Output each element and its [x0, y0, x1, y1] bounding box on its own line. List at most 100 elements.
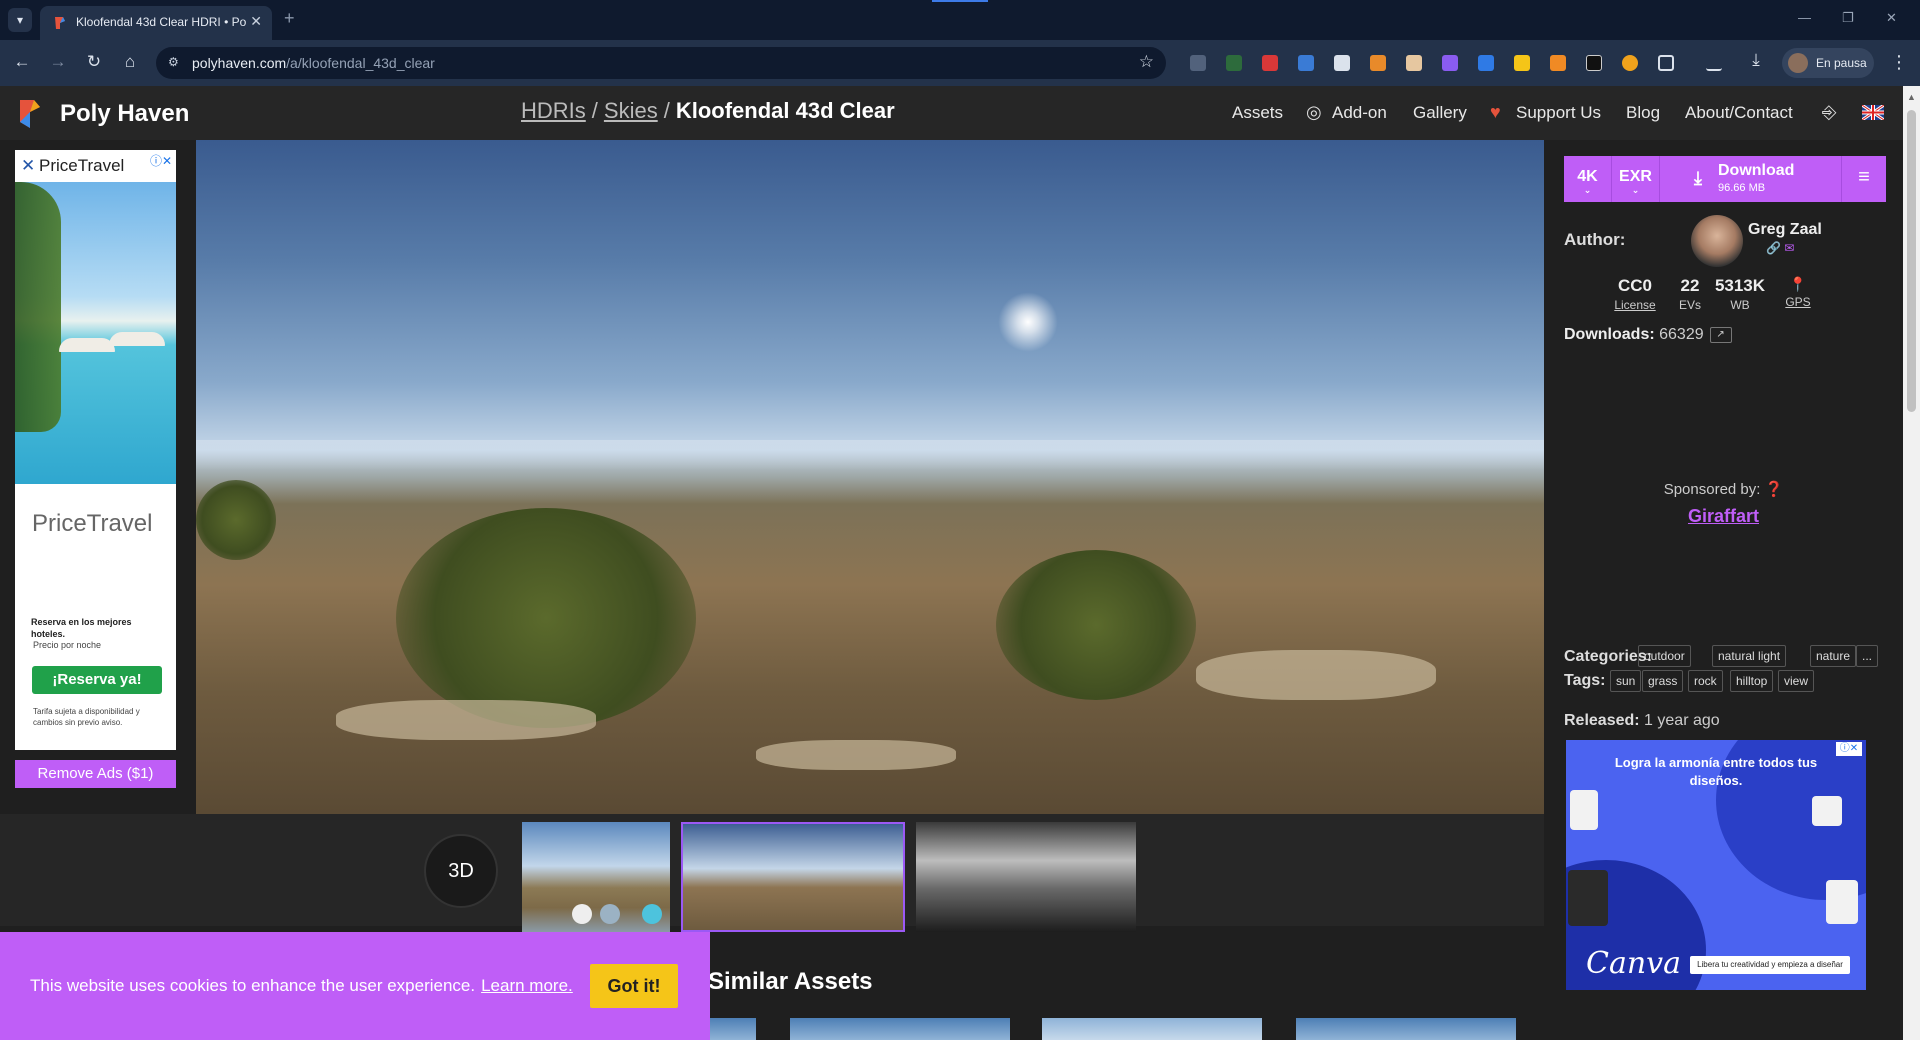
category-more-chip[interactable]: ...	[1856, 645, 1879, 667]
profile-button[interactable]: En pausa	[1782, 48, 1874, 78]
hdri-preview-image[interactable]	[196, 140, 1544, 814]
site-info-icon[interactable]: ⚙	[168, 55, 179, 69]
umbrella-shape	[109, 332, 165, 346]
new-tab-icon[interactable]: +	[284, 8, 295, 29]
browser-tab-strip: ▾ Kloofendal 43d Clear HDRI • Po ✕ + — ❐…	[0, 0, 1920, 40]
category-chip[interactable]: natural light	[1712, 645, 1787, 667]
extension-icon-3[interactable]	[1262, 55, 1278, 71]
tag-chip[interactable]: rock	[1688, 670, 1723, 692]
thumbnail-panorama-selected[interactable]	[681, 822, 905, 932]
translate-extension-icon[interactable]	[1298, 55, 1314, 71]
author-link-icons[interactable]: 🔗 ✉	[1766, 241, 1794, 255]
thumbnail-strip: 3D	[0, 814, 1544, 932]
asset-info-sidebar: 4K ⌄ EXR ⌄ ⤓ Download 96.66 MB ≡ Author: G…	[1544, 140, 1903, 1040]
author-avatar[interactable]	[1691, 215, 1743, 267]
format-dropdown[interactable]: EXR ⌄	[1612, 156, 1660, 202]
tag-chip[interactable]: view	[1778, 670, 1815, 692]
similar-asset-thumb[interactable]	[790, 1018, 1010, 1040]
extension-icon-7[interactable]	[1406, 55, 1422, 71]
thumbnail-backplate[interactable]	[916, 822, 1136, 932]
nav-blog[interactable]: Blog	[1626, 103, 1660, 123]
address-bar[interactable]: ⚙ polyhaven.com/a/kloofendal_43d_clear ☆	[156, 47, 1166, 79]
breadcrumb-skies[interactable]: Skies	[604, 98, 658, 123]
ad-choices-icon[interactable]: ⓘ✕	[150, 152, 172, 169]
bookmark-star-icon[interactable]: ☆	[1139, 52, 1154, 72]
eyedropper-extension-icon[interactable]	[1334, 55, 1350, 71]
close-window-icon[interactable]: ✕	[1886, 10, 1897, 26]
ad-line-2: Precio por noche	[33, 640, 102, 650]
downloads-icon[interactable]: ⤓	[1744, 50, 1768, 70]
breadcrumb-hdris[interactable]: HDRIs	[521, 98, 586, 123]
rss-extension-icon[interactable]	[1550, 55, 1566, 71]
extension-icon-8[interactable]	[1442, 55, 1458, 71]
remove-ads-button[interactable]: Remove Ads ($1)	[15, 760, 176, 788]
extension-icon-13[interactable]	[1622, 55, 1638, 71]
download-button[interactable]: ⤓ Download 96.66 MB	[1660, 156, 1842, 202]
view-3d-button[interactable]: 3D	[424, 834, 498, 908]
page-scrollbar[interactable]: ▲	[1903, 86, 1920, 1040]
similar-asset-thumb[interactable]	[1042, 1018, 1262, 1040]
nav-support[interactable]: Support Us	[1516, 103, 1601, 123]
brand-name[interactable]: Poly Haven	[60, 100, 189, 128]
home-icon[interactable]: ⌂	[118, 52, 142, 72]
minimize-icon[interactable]: —	[1798, 10, 1811, 25]
tag-chip[interactable]: grass	[1642, 670, 1684, 692]
forward-icon[interactable]: →	[46, 52, 70, 72]
learn-more-link[interactable]: Learn more.	[481, 976, 573, 995]
browser-menu-icon[interactable]: ⋮	[1890, 52, 1908, 73]
ad-cta-button[interactable]: ¡Reserva ya!	[32, 666, 162, 694]
nav-addon[interactable]: Add-on	[1332, 103, 1387, 123]
stat-license[interactable]: CC0 License	[1610, 276, 1660, 312]
login-icon[interactable]: ⎆	[1822, 102, 1836, 123]
category-chip[interactable]: outdoor	[1638, 645, 1691, 667]
heart-icon: ♥	[1490, 102, 1501, 122]
nav-about[interactable]: About/Contact	[1685, 103, 1793, 123]
nav-gallery[interactable]: Gallery	[1413, 103, 1467, 123]
tag-chip[interactable]: hilltop	[1730, 670, 1774, 692]
got-it-button[interactable]: Got it!	[590, 964, 678, 1008]
extension-icon-2[interactable]	[1226, 55, 1242, 71]
ad-photo-card	[1568, 870, 1608, 926]
scrollbar-thumb[interactable]	[1907, 110, 1916, 412]
poly-haven-logo-icon[interactable]	[16, 98, 44, 130]
tag-chip[interactable]: sun	[1610, 670, 1642, 692]
extension-icon-6[interactable]	[1370, 55, 1386, 71]
extension-icon-10[interactable]	[1514, 55, 1530, 71]
thumbnail-spheres[interactable]	[522, 822, 670, 932]
right-advertisement[interactable]: Logra la armonía entre todos tus diseños…	[1566, 740, 1866, 990]
similar-asset-thumb[interactable]	[1296, 1018, 1516, 1040]
category-chip[interactable]: nature	[1810, 645, 1857, 667]
download-options-menu-icon[interactable]: ≡	[1842, 156, 1886, 202]
left-advertisement[interactable]: ✕ PriceTravel ⓘ✕ PriceTravel Reserva en …	[15, 150, 176, 750]
url-text[interactable]: polyhaven.com/a/kloofendal_43d_clear	[192, 55, 435, 71]
canva-logo: Canva	[1586, 946, 1681, 981]
media-control-icon[interactable]	[1706, 55, 1722, 71]
stat-gps[interactable]: 📍 GPS	[1778, 276, 1818, 309]
sponsor-link[interactable]: Giraffart	[1544, 506, 1903, 527]
pricetravel-logo-icon: ✕	[21, 156, 36, 175]
reload-icon[interactable]: ↻	[82, 52, 106, 72]
restore-icon[interactable]: ❐	[1842, 10, 1854, 26]
bush-shape	[196, 480, 276, 560]
trend-chart-icon[interactable]: ↗	[1709, 326, 1732, 343]
help-icon[interactable]: ❓	[1765, 481, 1784, 498]
scroll-up-icon[interactable]: ▲	[1907, 92, 1916, 102]
extension-icon-1[interactable]	[1190, 55, 1206, 71]
nav-assets[interactable]: Assets	[1232, 103, 1283, 123]
resolution-dropdown[interactable]: 4K ⌄	[1564, 156, 1612, 202]
extensions-puzzle-icon[interactable]	[1658, 55, 1674, 71]
tab-close-icon[interactable]: ✕	[250, 13, 262, 30]
ad-pill[interactable]: Libera tu creatividad y empieza a diseña…	[1690, 956, 1850, 974]
sun-glow	[998, 292, 1058, 352]
bush-shape	[996, 550, 1196, 700]
info-extension-icon[interactable]	[1586, 55, 1602, 71]
uk-flag-icon[interactable]	[1862, 105, 1884, 120]
chevron-down-icon: ⌄	[1583, 185, 1592, 195]
extension-icon-9[interactable]	[1478, 55, 1494, 71]
tab-search-button[interactable]: ▾	[8, 8, 32, 32]
browser-tab-active[interactable]: Kloofendal 43d Clear HDRI • Po ✕	[40, 6, 272, 40]
back-icon[interactable]: ←	[10, 52, 34, 72]
ad-choices-icon[interactable]: ⓘ✕	[1836, 742, 1862, 756]
author-name[interactable]: Greg Zaal	[1748, 221, 1822, 239]
stat-evs: 22 EVs	[1678, 276, 1701, 312]
